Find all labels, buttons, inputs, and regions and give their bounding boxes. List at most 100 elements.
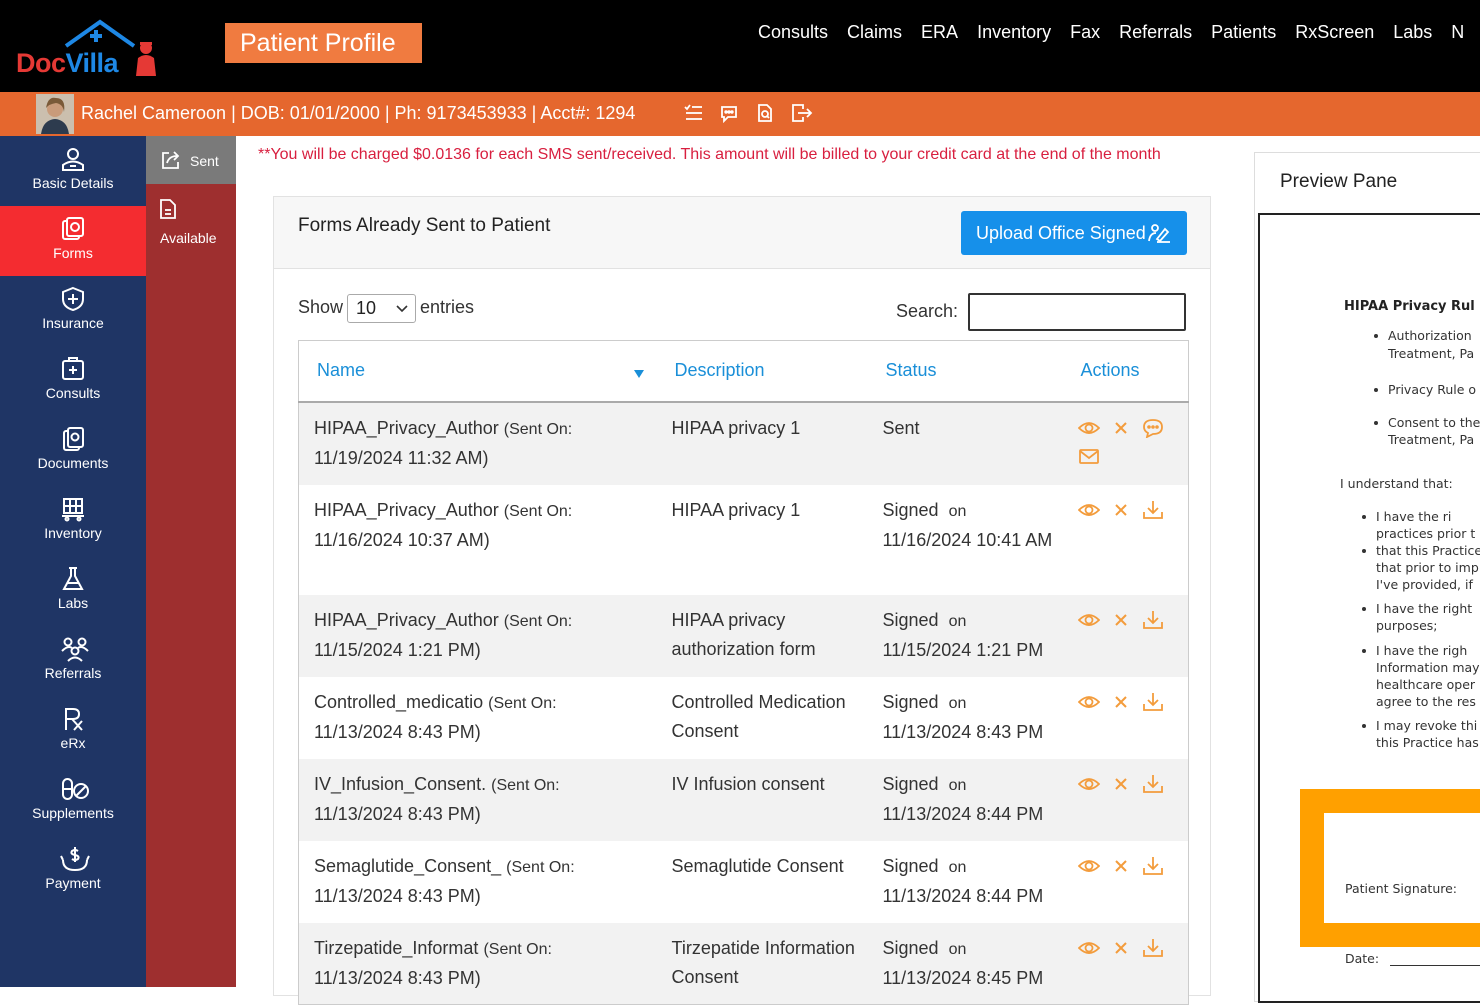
sidebar-item-payment[interactable]: Payment [0, 836, 146, 906]
table-row[interactable]: HIPAA_Privacy_Author (Sent On: 11/15/2024… [298, 594, 1189, 677]
sent-date: 11/13/2024 8:43 PM) [314, 885, 481, 906]
table-row[interactable]: HIPAA_Privacy_Author (Sent On: 11/19/2024… [298, 401, 1189, 485]
download-icon[interactable] [1142, 500, 1164, 520]
sent-on-label: (Sent On: [488, 694, 557, 712]
table-row[interactable]: Controlled_medicatio (Sent On: 11/13/2024… [298, 676, 1189, 759]
search-input[interactable] [968, 293, 1186, 331]
cell-name: Controlled_medicatio (Sent On: 11/13/2024… [298, 676, 657, 759]
form-description: HIPAA privacy authorization form [671, 609, 816, 659]
eye-icon[interactable] [1077, 692, 1100, 712]
document-line: agree to the res [1376, 694, 1476, 709]
download-icon[interactable] [1142, 856, 1164, 876]
sidebar-item-label: Basic Details [32, 175, 114, 191]
form-name: HIPAA_Privacy_Author [314, 609, 499, 630]
eye-icon[interactable] [1077, 938, 1100, 958]
close-icon[interactable] [1110, 692, 1132, 712]
sidebar-item-erx[interactable]: eRx [0, 696, 146, 766]
upload-office-signed-button[interactable]: Upload Office Signed [961, 211, 1187, 255]
column-header-name[interactable]: Name [298, 340, 657, 403]
close-icon[interactable] [1110, 856, 1132, 876]
document-line: I have the ri [1376, 509, 1452, 524]
nav-patients[interactable]: Patients [1211, 22, 1276, 48]
table-row[interactable]: HIPAA_Privacy_Author (Sent On: 11/16/2024… [298, 484, 1189, 595]
eye-icon[interactable] [1077, 500, 1100, 520]
documents-icon [60, 426, 86, 452]
close-icon[interactable] [1110, 500, 1132, 520]
sidebar-item-basic-details[interactable]: Basic Details [0, 136, 146, 206]
eye-icon[interactable] [1077, 856, 1100, 876]
sidebar-item-forms[interactable]: Forms [0, 206, 146, 276]
forms-table: Name Description Status Actions HIPAA_Pr… [298, 340, 1189, 1005]
close-icon[interactable] [1110, 418, 1132, 438]
eye-icon[interactable] [1077, 774, 1100, 794]
bullet-icon [1362, 607, 1366, 611]
cell-status: Signed on 11/15/2024 1:21 PM [867, 594, 1063, 677]
entries-select[interactable]: 10 [347, 294, 416, 323]
docvilla-logo[interactable]: DocVilla [14, 16, 164, 80]
sidebar-item-consults[interactable]: Consults [0, 346, 146, 416]
nav-era[interactable]: ERA [921, 22, 958, 48]
bullet-icon [1362, 515, 1366, 519]
subnav-available[interactable]: Available [146, 194, 236, 254]
list-icon[interactable] [683, 103, 703, 123]
download-icon[interactable] [1142, 938, 1164, 958]
nav-inventory[interactable]: Inventory [977, 22, 1051, 48]
sidebar-item-supplements[interactable]: Supplements [0, 766, 146, 836]
nav-claims[interactable]: Claims [847, 22, 902, 48]
sidebar-item-labs[interactable]: Labs [0, 556, 146, 626]
nav-consults[interactable]: Consults [758, 22, 828, 48]
status-date: 11/15/2024 1:21 PM [882, 639, 1044, 660]
patient-profile-button[interactable]: Patient Profile [225, 23, 422, 63]
download-icon[interactable] [1142, 692, 1164, 712]
eye-icon[interactable] [1077, 610, 1100, 630]
sort-desc-icon[interactable] [633, 369, 645, 379]
nav-more[interactable]: N [1451, 22, 1464, 48]
sidebar-item-insurance[interactable]: Insurance [0, 276, 146, 346]
status-text: Signed [882, 691, 939, 712]
sidebar: Basic Details Forms Insurance Consults D… [0, 136, 146, 987]
nav-fax[interactable]: Fax [1070, 22, 1100, 48]
bullet-icon [1362, 549, 1366, 553]
cell-actions [1062, 594, 1189, 677]
table-row[interactable]: Semaglutide_Consent_ (Sent On: 11/13/2024… [298, 840, 1189, 923]
document-line: I've provided, if [1376, 577, 1473, 592]
document-line: Privacy Rule o [1388, 382, 1477, 397]
document-search-icon[interactable] [755, 103, 775, 123]
nav-labs[interactable]: Labs [1393, 22, 1432, 48]
close-icon[interactable] [1110, 774, 1132, 794]
status-on-text: on [948, 940, 967, 958]
download-icon[interactable] [1142, 610, 1164, 630]
signature-box[interactable] [1300, 789, 1480, 947]
subnav-sent[interactable]: Sent [146, 136, 236, 184]
sidebar-item-documents[interactable]: Documents [0, 416, 146, 486]
upload-button-label: Upload Office Signed [976, 223, 1146, 243]
chat-icon[interactable] [719, 103, 739, 123]
cell-description: IV Infusion consent [656, 758, 868, 841]
forms-sent-card: Forms Already Sent to Patient Upload Off… [273, 196, 1211, 1005]
download-icon[interactable] [1142, 774, 1164, 794]
cell-description: Tirzepatide Information Consent [656, 922, 868, 1005]
logout-icon[interactable] [791, 103, 813, 123]
sidebar-item-inventory[interactable]: Inventory [0, 486, 146, 556]
form-description: IV Infusion consent [671, 773, 825, 794]
cell-name: Semaglutide_Consent_ (Sent On: 11/13/2024… [298, 840, 657, 923]
close-icon[interactable] [1110, 610, 1132, 630]
entries-label: entries [420, 297, 475, 317]
table-row[interactable]: Tirzepatide_Informat (Sent On: 11/13/2024… [298, 922, 1189, 1005]
forms-icon [60, 216, 86, 242]
nav-rxscreen[interactable]: RxScreen [1295, 22, 1374, 48]
status-text: Signed [882, 855, 939, 876]
sidebar-item-label: Referrals [44, 665, 102, 681]
table-row[interactable]: IV_Infusion_Consent. (Sent On: 11/13/2024… [298, 758, 1189, 841]
close-icon[interactable] [1110, 938, 1132, 958]
sidebar-item-referrals[interactable]: Referrals [0, 626, 146, 696]
preview-pane-title: Preview Pane [1280, 171, 1398, 192]
chat-icon[interactable] [1142, 418, 1164, 438]
column-header-description[interactable]: Description [656, 340, 868, 403]
preview-document[interactable]: HIPAA Privacy Rul Authorization Treatment… [1258, 213, 1480, 1003]
envelope-icon[interactable] [1078, 446, 1100, 466]
column-header-status[interactable]: Status [867, 340, 1063, 403]
nav-referrals[interactable]: Referrals [1119, 22, 1192, 48]
eye-icon[interactable] [1077, 418, 1100, 438]
status-date: 11/13/2024 8:44 PM [882, 885, 1044, 906]
